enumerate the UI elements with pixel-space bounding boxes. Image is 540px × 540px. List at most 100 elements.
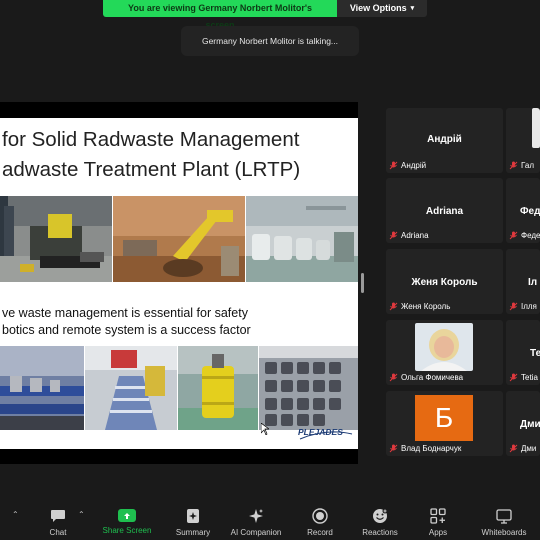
participant-name: Феде bbox=[521, 231, 540, 240]
participant-tile[interactable]: Гал bbox=[506, 108, 540, 173]
participant-tile[interactable]: Андрій Андрій bbox=[386, 108, 503, 173]
slide-text-line2: botics and remote system is a success fa… bbox=[2, 323, 251, 337]
mic-muted-icon bbox=[389, 373, 398, 382]
slide-photo-storage-hall bbox=[246, 196, 358, 282]
summary-icon bbox=[184, 507, 202, 525]
participant-initial-avatar: Б bbox=[415, 395, 473, 441]
chat-label: Chat bbox=[49, 528, 67, 537]
participant-label: Влад Боднарчук bbox=[389, 444, 461, 453]
reactions-icon bbox=[371, 507, 389, 525]
reactions-button[interactable]: Reactions bbox=[358, 500, 402, 540]
whiteboards-label: Whiteboards bbox=[481, 528, 527, 537]
participant-name: Дми bbox=[521, 444, 537, 453]
mouse-cursor-icon bbox=[261, 423, 269, 435]
apps-icon bbox=[429, 507, 447, 525]
viewing-screen-text: You are viewing Germany Norbert Molitor'… bbox=[103, 0, 337, 30]
slide-photo-yellow-drum bbox=[178, 346, 258, 430]
ai-companion-button[interactable]: AI Companion bbox=[226, 500, 286, 540]
participant-label: Гал bbox=[509, 161, 534, 170]
participant-label: Женя Король bbox=[389, 302, 450, 311]
summary-button[interactable]: Summary bbox=[170, 500, 216, 540]
whiteboards-button[interactable]: Whiteboards bbox=[476, 500, 532, 540]
participant-display-name: Женя Король bbox=[411, 277, 478, 288]
slide-text-line1: ve waste management is essential for saf… bbox=[2, 306, 248, 320]
slide-photo-manipulator-arm bbox=[113, 196, 245, 282]
participant-name: Ольга Фомичева bbox=[401, 373, 464, 382]
chat-button[interactable]: Chat bbox=[44, 500, 72, 540]
chevron-down-icon: ▾ bbox=[410, 5, 415, 12]
panel-resize-handle[interactable] bbox=[361, 273, 364, 293]
sparkle-icon bbox=[247, 507, 265, 525]
participant-display-name: Іл bbox=[528, 277, 538, 288]
screen-share-banner: You are viewing Germany Norbert Molitor'… bbox=[103, 0, 427, 30]
mic-muted-icon bbox=[389, 302, 398, 311]
slide-photo-conveyor-line bbox=[0, 346, 84, 430]
participant-tile[interactable]: Женя Король Женя Король bbox=[386, 249, 503, 314]
participant-name: Женя Король bbox=[401, 302, 451, 311]
participant-tile[interactable]: Те Tetia bbox=[506, 320, 540, 385]
mic-muted-icon bbox=[389, 161, 398, 170]
reactions-label: Reactions bbox=[362, 528, 398, 537]
participant-name: Андрій bbox=[401, 161, 427, 170]
participant-tile[interactable]: Іл Ілля bbox=[506, 249, 540, 314]
slide-title-line2: adwaste Treatment Plant (LRTP) bbox=[2, 158, 301, 181]
active-speaker-text: Germany Norbert Molitor is talking... bbox=[201, 36, 339, 46]
chat-icon bbox=[49, 507, 67, 525]
participant-tile[interactable]: Дми Дми bbox=[506, 391, 540, 456]
share-screen-button[interactable]: Share Screen bbox=[100, 500, 154, 540]
mic-muted-icon bbox=[389, 231, 398, 240]
participant-display-name: Андрій bbox=[427, 134, 462, 145]
participant-label: Tetia bbox=[509, 373, 538, 382]
shared-screen-area[interactable]: for Solid Radwaste Management adwaste Tr… bbox=[0, 102, 358, 464]
participant-name: Adriana bbox=[401, 231, 429, 240]
slide-title-line1: for Solid Radwaste Management bbox=[2, 128, 300, 151]
view-options-label: View Options bbox=[349, 3, 407, 13]
participant-label: Дми bbox=[509, 444, 536, 453]
participant-display-name: Те bbox=[530, 348, 540, 359]
apps-button[interactable]: Apps bbox=[424, 500, 452, 540]
apps-label: Apps bbox=[428, 528, 448, 537]
mic-muted-icon bbox=[509, 302, 518, 311]
participant-label: Феде bbox=[509, 231, 540, 240]
record-icon bbox=[311, 507, 329, 525]
participant-tile[interactable]: Ольга Фомичева bbox=[386, 320, 503, 385]
active-speaker-toast: Germany Norbert Molitor is talking... bbox=[181, 26, 359, 56]
presentation-slide: for Solid Radwaste Management adwaste Tr… bbox=[0, 118, 358, 449]
participant-label: Андрій bbox=[389, 161, 426, 170]
plejades-logo-text: PLEJADES bbox=[298, 427, 343, 437]
mic-muted-icon bbox=[389, 444, 398, 453]
participant-label: Ольга Фомичева bbox=[389, 373, 463, 382]
participant-tile[interactable]: Adriana Adriana bbox=[386, 178, 503, 243]
ai-companion-label: AI Companion bbox=[230, 528, 282, 537]
mic-muted-icon bbox=[509, 161, 518, 170]
mic-muted-icon bbox=[509, 444, 518, 453]
summary-label: Summary bbox=[175, 528, 211, 537]
participant-name: Tetia bbox=[521, 373, 538, 382]
share-screen-icon bbox=[118, 509, 136, 522]
mic-muted-icon bbox=[509, 373, 518, 382]
participant-display-name: Adriana bbox=[425, 206, 464, 217]
participant-name: Гал bbox=[521, 161, 534, 170]
record-button[interactable]: Record bbox=[302, 500, 338, 540]
slide-photo-drum-array bbox=[259, 346, 358, 430]
participant-avatar bbox=[415, 323, 473, 371]
participant-display-name: Дми bbox=[520, 419, 540, 430]
participant-name: Влад Боднарчук bbox=[401, 444, 462, 453]
chevron-up-icon[interactable]: ⌃ bbox=[78, 510, 85, 519]
slide-photo-robot-vehicle bbox=[0, 196, 112, 282]
participant-display-name: Фед bbox=[520, 206, 540, 217]
zoom-meeting-window: You are viewing Germany Norbert Molitor'… bbox=[0, 0, 540, 540]
slide-photo-roller-conveyor bbox=[85, 346, 177, 430]
chevron-up-icon[interactable]: ⌃ bbox=[12, 510, 19, 519]
mic-muted-icon bbox=[509, 231, 518, 240]
view-options-button[interactable]: View Options ▾ bbox=[337, 0, 427, 17]
participant-video-thumbnail bbox=[532, 108, 540, 148]
participant-label: Ілля bbox=[509, 302, 537, 311]
participant-name: Ілля bbox=[521, 302, 537, 311]
participant-tile[interactable]: Фед Феде bbox=[506, 178, 540, 243]
share-screen-label: Share Screen bbox=[102, 526, 152, 535]
record-label: Record bbox=[307, 528, 333, 537]
plejades-logo: PLEJADES bbox=[298, 426, 354, 444]
participant-tile[interactable]: Б Влад Боднарчук bbox=[386, 391, 503, 456]
whiteboard-icon bbox=[495, 507, 513, 525]
